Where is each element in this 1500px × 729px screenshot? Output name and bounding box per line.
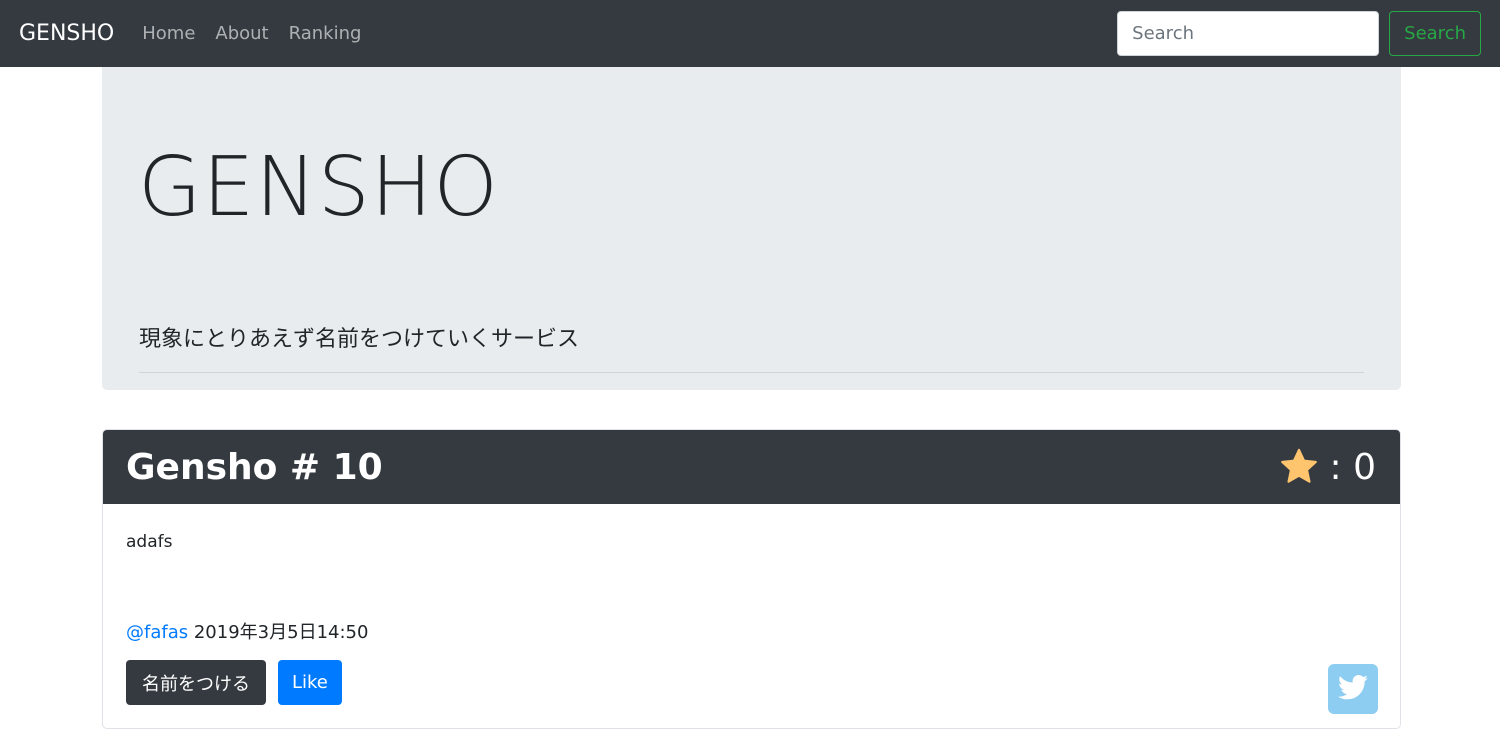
- gensho-card: Gensho # 10 : 0 adafs @fafas 2019年3月5日14…: [102, 429, 1401, 729]
- nav-link-about[interactable]: About: [215, 23, 268, 44]
- twitter-icon: [1336, 670, 1370, 708]
- nav-link-home[interactable]: Home: [142, 23, 195, 44]
- nav-link-ranking[interactable]: Ranking: [289, 23, 362, 44]
- navbar: GENSHO Home About Ranking Search: [0, 0, 1500, 67]
- search-form: Search: [1117, 11, 1481, 56]
- card-actions: 名前をつける Like: [126, 660, 342, 705]
- rating-count: : 0: [1329, 446, 1376, 488]
- twitter-share-button[interactable]: [1328, 664, 1378, 714]
- card-header: Gensho # 10 : 0: [103, 430, 1400, 504]
- card-title: Gensho # 10: [126, 446, 383, 488]
- rating: : 0: [1278, 446, 1376, 488]
- jumbotron-subtitle: 現象にとりあえず名前をつけていくサービス: [139, 327, 580, 352]
- jumbotron: GENSHO 現象にとりあえず名前をつけていくサービス: [102, 67, 1401, 390]
- like-button[interactable]: Like: [278, 660, 342, 705]
- search-button[interactable]: Search: [1389, 11, 1481, 56]
- jumbotron-title: GENSHO: [138, 140, 499, 235]
- divider: [139, 372, 1364, 373]
- author-link[interactable]: @fafas: [126, 622, 188, 643]
- timestamp: 2019年3月5日14:50: [193, 622, 369, 643]
- card-meta: @fafas 2019年3月5日14:50: [126, 618, 368, 644]
- card-description: adafs: [126, 532, 173, 552]
- nav-links: Home About Ranking: [142, 23, 361, 44]
- search-input[interactable]: [1117, 11, 1380, 56]
- star-icon: [1278, 446, 1320, 488]
- name-it-button[interactable]: 名前をつける: [126, 660, 266, 705]
- brand-logo[interactable]: GENSHO: [19, 22, 114, 45]
